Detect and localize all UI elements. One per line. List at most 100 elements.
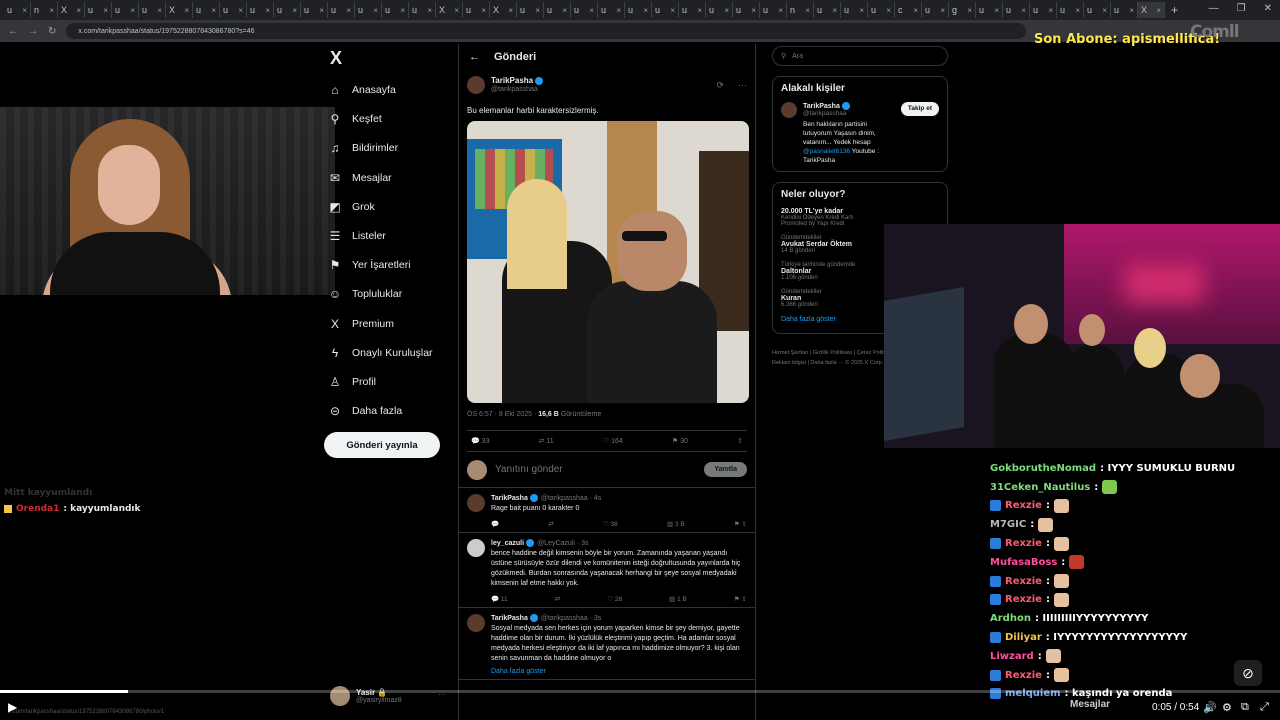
browser-tab[interactable]: u × — [355, 2, 382, 18]
close-tab-icon[interactable]: × — [805, 6, 810, 15]
close-tab-icon[interactable]: × — [238, 6, 243, 15]
close-tab-icon[interactable]: × — [994, 6, 999, 15]
close-tab-icon[interactable]: × — [1129, 6, 1134, 15]
browser-tab[interactable]: u × — [382, 2, 409, 18]
tweet-author-name[interactable]: TarikPasha — [491, 76, 533, 85]
browser-tab[interactable]: u × — [409, 2, 436, 18]
show-more-link[interactable]: Daha fazla göster — [491, 668, 747, 675]
close-tab-icon[interactable]: × — [211, 6, 216, 15]
like-action[interactable]: ♡ 164 — [603, 437, 623, 445]
close-tab-icon[interactable]: × — [1156, 6, 1161, 15]
browser-tab[interactable]: X × — [166, 2, 193, 18]
close-tab-icon[interactable]: × — [778, 6, 783, 15]
new-tab-icon[interactable]: + — [1171, 3, 1178, 17]
browser-tab[interactable]: u × — [1003, 2, 1030, 18]
play-icon[interactable]: ▶ — [8, 700, 17, 714]
browser-tab[interactable]: u × — [301, 2, 328, 18]
close-tab-icon[interactable]: × — [49, 6, 54, 15]
close-tab-icon[interactable]: × — [913, 6, 918, 15]
views-icon[interactable]: ▥ 3 B — [667, 520, 685, 528]
browser-tab[interactable]: u × — [841, 2, 868, 18]
close-tab-icon[interactable]: × — [724, 6, 729, 15]
close-tab-icon[interactable]: × — [103, 6, 108, 15]
browser-tab[interactable]: u × — [193, 2, 220, 18]
avatar[interactable] — [467, 539, 485, 557]
nav-item-listeler[interactable]: ☰ Listeler — [328, 226, 386, 246]
post-button[interactable]: Gönderi yayınla — [324, 432, 440, 458]
browser-tab[interactable]: X × — [490, 2, 517, 18]
nav-item-ke-fet[interactable]: ⚲ Keşfet — [328, 109, 382, 129]
close-tab-icon[interactable]: × — [76, 6, 81, 15]
reply-author[interactable]: ley_cazuli — [491, 540, 524, 547]
reply-input[interactable]: Yanıtını gönder — [495, 464, 696, 475]
close-tab-icon[interactable]: × — [22, 6, 27, 15]
browser-tab[interactable]: u × — [112, 2, 139, 18]
more-icon[interactable]: ··· — [738, 80, 747, 90]
retweet-action[interactable]: ⇄ 11 — [539, 437, 554, 445]
close-tab-icon[interactable]: × — [373, 6, 378, 15]
browser-tab[interactable]: u × — [1030, 2, 1057, 18]
close-tab-icon[interactable]: × — [184, 6, 189, 15]
browser-tab[interactable]: u × — [274, 2, 301, 18]
close-tab-icon[interactable]: × — [1048, 6, 1053, 15]
close-tab-icon[interactable]: × — [967, 6, 972, 15]
tweet-author-handle[interactable]: @tarikpasshaa — [491, 85, 710, 94]
reply-tweet[interactable]: TarikPasha @tarikpasshaa · 3s Sosyal medya… — [459, 608, 755, 680]
nav-item-mesajlar[interactable]: ✉ Mesajlar — [328, 168, 392, 188]
close-tab-icon[interactable]: × — [265, 6, 270, 15]
browser-tab[interactable]: u × — [1084, 2, 1111, 18]
browser-tab[interactable]: u × — [1111, 2, 1138, 18]
related-bio-link[interactable]: @pasnaliet6136 — [803, 148, 850, 155]
nav-item-anasayfa[interactable]: ⌂ Anasayfa — [328, 80, 395, 100]
close-tab-icon[interactable]: × — [643, 6, 648, 15]
browser-tab[interactable]: u × — [598, 2, 625, 18]
back-icon[interactable]: ← — [8, 26, 18, 37]
browser-tab[interactable]: X × — [1138, 2, 1165, 18]
reply-action[interactable]: 💬 33 — [471, 437, 489, 445]
settings-icon[interactable]: ⚙ — [1222, 701, 1232, 714]
close-tab-icon[interactable]: × — [346, 6, 351, 15]
pip-icon[interactable]: ⧉ — [1241, 701, 1249, 714]
close-tab-icon[interactable]: × — [157, 6, 162, 15]
browser-tab[interactable]: n × — [31, 2, 58, 18]
x-logo[interactable]: X — [330, 48, 342, 69]
reply-author[interactable]: TarikPasha — [491, 615, 528, 622]
browser-tab[interactable]: n × — [787, 2, 814, 18]
nav-item-daha-fazla[interactable]: ⊝ Daha fazla — [328, 401, 402, 421]
close-tab-icon[interactable]: × — [292, 6, 297, 15]
close-tab-icon[interactable]: × — [319, 6, 324, 15]
minimize-icon[interactable]: — — [1209, 3, 1219, 14]
follow-button[interactable]: Takip et — [900, 102, 939, 116]
restore-icon[interactable]: ❐ — [1237, 3, 1246, 14]
close-tab-icon[interactable]: × — [751, 6, 756, 15]
close-tab-icon[interactable]: × — [832, 6, 837, 15]
search-input[interactable]: ⚲ Ara — [772, 46, 948, 66]
browser-tab[interactable]: u × — [1057, 2, 1084, 18]
close-tab-icon[interactable]: × — [1021, 6, 1026, 15]
close-tab-icon[interactable]: × — [940, 6, 945, 15]
browser-tab[interactable]: u × — [733, 2, 760, 18]
browser-tab[interactable]: u × — [85, 2, 112, 18]
nav-item-onayl-kurulu-lar[interactable]: ϟ Onaylı Kuruluşlar — [328, 343, 433, 363]
close-tab-icon[interactable]: × — [886, 6, 891, 15]
close-tab-icon[interactable]: × — [1102, 6, 1107, 15]
browser-tab[interactable]: u × — [139, 2, 166, 18]
url-input[interactable]: x.com/tarikpasshaa/status/19752288078430… — [66, 23, 1027, 39]
nav-item-yer-i-aretleri[interactable]: ⚑ Yer İşaretleri — [328, 255, 411, 275]
nav-item-topluluklar[interactable]: ☺ Topluluklar — [328, 284, 402, 304]
chat-toggle-icon[interactable]: ⊘ — [1234, 660, 1262, 686]
reply-icon[interactable]: 💬 — [491, 520, 499, 528]
tweet-time[interactable]: ÖS 6:57 · 8 Eki 2025 · — [467, 411, 538, 418]
share-icon[interactable]: ⇪ — [737, 437, 743, 445]
close-tab-icon[interactable]: × — [481, 6, 486, 15]
browser-tab[interactable]: u × — [463, 2, 490, 18]
bookmark-icon[interactable]: ⚑ ⇪ — [734, 595, 747, 603]
close-tab-icon[interactable]: × — [1075, 6, 1080, 15]
close-tab-icon[interactable]: × — [697, 6, 702, 15]
forward-icon[interactable]: → — [28, 26, 38, 37]
volume-icon[interactable]: 🔊 — [1203, 701, 1217, 714]
fullscreen-icon[interactable]: ⤢ — [1260, 701, 1269, 714]
reply-button[interactable]: Yanıtla — [704, 462, 747, 477]
close-tab-icon[interactable]: × — [508, 6, 513, 15]
reply-icon[interactable]: 💬 11 — [491, 595, 508, 603]
